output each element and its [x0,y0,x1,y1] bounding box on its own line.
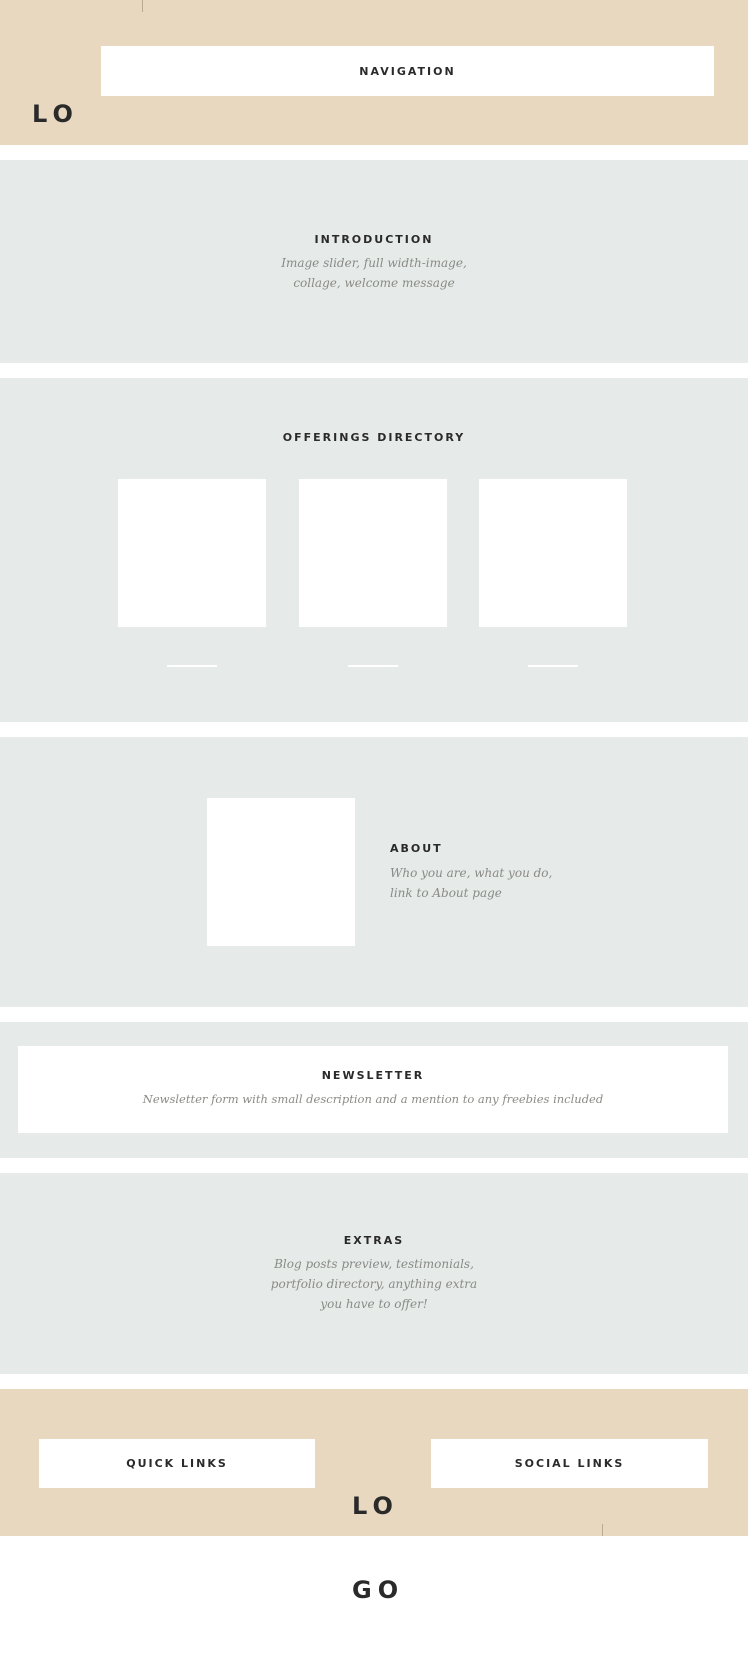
social-links-box[interactable]: SOCIAL LINKS [431,1439,708,1488]
header-divider-mark [142,0,143,12]
offering-card-3[interactable] [479,479,627,627]
introduction-section: INTRODUCTION Image slider, full width-im… [0,160,748,363]
newsletter-description: Newsletter form with small description a… [142,1092,604,1106]
about-description: Who you are, what you do, link to About … [390,866,553,900]
footer-logo-line1: LO [352,1492,399,1520]
extras-description: Blog posts preview, testimonials, portfo… [270,1257,478,1311]
footer-divider-mark [602,1524,603,1536]
offering-caption-line-1 [167,665,217,667]
footer-logo-line2: GO [352,1576,405,1604]
navigation-label: NAVIGATION [359,65,456,78]
introduction-title: INTRODUCTION [314,233,434,246]
offering-caption-line-2 [348,665,398,667]
footer-logo[interactable]: LO GO [352,1436,409,1660]
newsletter-section: NEWSLETTER Newsletter form with small de… [0,1022,748,1158]
offering-caption-line-3 [528,665,578,667]
about-title: ABOUT [390,842,443,855]
quick-links-label: QUICK LINKS [126,1457,228,1470]
offering-card-1[interactable] [118,479,266,627]
social-links-label: SOCIAL LINKS [514,1457,625,1470]
header-logo-line1: LO [32,100,79,128]
about-image [207,798,355,946]
offerings-title: OFFERINGS DIRECTORY [282,431,466,444]
introduction-description: Image slider, full width-image, collage,… [281,256,467,290]
about-section: ABOUT Who you are, what you do, link to … [0,737,748,1007]
newsletter-title: NEWSLETTER [321,1069,425,1082]
offerings-section: OFFERINGS DIRECTORY [0,378,748,722]
extras-section: EXTRAS Blog posts preview, testimonials,… [0,1173,748,1374]
quick-links-box[interactable]: QUICK LINKS [39,1439,315,1488]
extras-title: EXTRAS [343,1234,405,1247]
newsletter-form-box[interactable]: NEWSLETTER Newsletter form with small de… [18,1046,728,1133]
footer-section: QUICK LINKS LO GO SOCIAL LINKS [0,1389,748,1604]
offering-card-2[interactable] [299,479,447,627]
header-section: LO GO NAVIGATION [0,0,748,212]
navigation-bar[interactable]: NAVIGATION [101,46,714,96]
